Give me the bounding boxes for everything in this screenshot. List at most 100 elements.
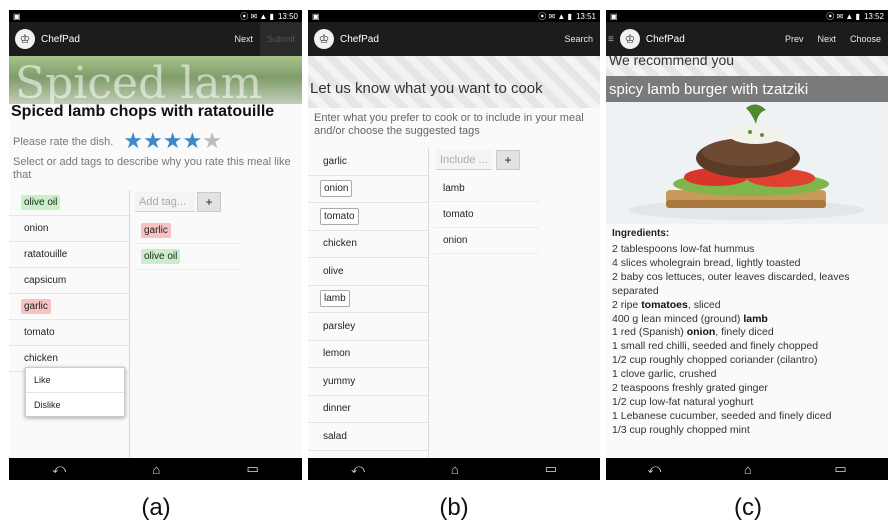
- tag-item[interactable]: capsicum: [9, 268, 129, 294]
- ingredient-line: 2 tablespoons low-fat hummus: [612, 243, 755, 255]
- tag-label: tomato: [320, 207, 359, 225]
- recommend-heading: We recommend you: [609, 52, 735, 68]
- selected-tag[interactable]: olive oil: [135, 244, 240, 270]
- tag-item[interactable]: tomato: [9, 320, 129, 346]
- selected-ingredient[interactable]: onion: [434, 228, 539, 254]
- selected-ingredient[interactable]: lamb: [434, 176, 539, 202]
- page-instructions: Enter what you prefer to cook or to incl…: [314, 112, 584, 137]
- tag-label: capsicum: [24, 275, 67, 286]
- rating-row: Please rate the dish. ★★★★★: [13, 130, 222, 153]
- home-icon[interactable]: ⌂: [744, 462, 752, 477]
- suggested-tag[interactable]: salad: [308, 423, 428, 451]
- menu-item-like[interactable]: Like: [26, 368, 124, 392]
- chef-hat-icon[interactable]: ♔: [619, 29, 640, 49]
- selected-ingredient[interactable]: tomato: [434, 202, 539, 228]
- caption-a: (a): [141, 494, 171, 521]
- ingredient-line: 2 teaspoons freshly grated ginger: [612, 382, 768, 395]
- divider: [129, 190, 130, 458]
- next-button[interactable]: Next: [227, 22, 260, 56]
- suggested-tag[interactable]: lamb: [308, 286, 428, 313]
- tag-label: ratatouille: [24, 249, 68, 260]
- nav-bar: ⤺ ⌂ ▭: [606, 458, 888, 480]
- recipe-title: spicy lamb burger with tzatziki: [609, 80, 809, 98]
- home-icon[interactable]: ⌂: [152, 462, 160, 477]
- include-input[interactable]: Include ...: [436, 150, 492, 170]
- tag-item[interactable]: olive oil: [9, 190, 129, 216]
- ingredient-text: 400 g lean minced (ground): [612, 312, 744, 325]
- recent-apps-icon[interactable]: ▭: [545, 461, 557, 477]
- action-bar: ♔ ChefPad Search: [308, 22, 600, 56]
- status-bar: ▣ ⦿ ✉ ▲ ▮ 13:51: [308, 10, 600, 22]
- search-button[interactable]: Search: [557, 22, 600, 56]
- submit-button[interactable]: Submit: [259, 22, 302, 56]
- tag-label: olive: [323, 265, 344, 277]
- suggested-tag[interactable]: dinner: [308, 396, 428, 423]
- status-icons: ⦿ ✉ ▲ ▮: [826, 11, 860, 21]
- tag-item[interactable]: onion: [9, 216, 129, 242]
- back-icon[interactable]: ⤺: [52, 461, 66, 477]
- star-icon[interactable]: ★: [143, 128, 163, 153]
- action-bar: ♔ ChefPad Next Submit: [9, 22, 302, 56]
- suggested-tag[interactable]: onion: [308, 176, 428, 203]
- status-icons: ⦿ ✉ ▲ ▮: [538, 11, 572, 21]
- home-icon[interactable]: ⌂: [451, 462, 459, 477]
- caption-c: (c): [734, 494, 762, 521]
- add-tag-input[interactable]: Add tag...: [135, 192, 195, 212]
- page-title: Let us know what you want to cook: [310, 80, 543, 97]
- next-button[interactable]: Next: [810, 22, 843, 56]
- ingredient-line: 1/2 cup low-fat natural yoghurt: [612, 395, 754, 408]
- chef-hat-icon[interactable]: ♔: [314, 29, 334, 49]
- ingredients-heading: Ingredients:: [612, 228, 670, 239]
- suggested-tag[interactable]: chicken: [308, 231, 428, 258]
- recent-apps-icon[interactable]: ▭: [834, 461, 846, 477]
- star-rating[interactable]: ★★★★★: [123, 130, 222, 153]
- ingredient-line: 1 red (Spanish) onion, finely diced: [612, 326, 884, 340]
- recent-apps-icon[interactable]: ▭: [247, 461, 259, 477]
- like-dislike-menu: Like Dislike: [25, 367, 125, 417]
- prev-button[interactable]: Prev: [778, 22, 811, 56]
- selected-tags: garlic olive oil: [135, 218, 240, 270]
- back-icon[interactable]: ⤺: [647, 461, 661, 477]
- suggested-tag[interactable]: yummy: [308, 368, 428, 396]
- menu-item-dislike[interactable]: Dislike: [26, 392, 124, 416]
- star-icon[interactable]: ★: [183, 128, 203, 153]
- tag-item[interactable]: ratatouille: [9, 242, 129, 268]
- chef-hat-icon[interactable]: ♔: [15, 29, 35, 49]
- tag-label: tomato: [443, 209, 474, 220]
- suggested-tag[interactable]: lemon: [308, 341, 428, 368]
- include-add-button[interactable]: +: [496, 150, 520, 170]
- star-icon[interactable]: ★: [123, 128, 143, 153]
- ingredients-list: 2 tablespoons low-fat hummus 4 slices who…: [612, 243, 884, 438]
- tag-label: yummy: [323, 375, 356, 387]
- ingredient-line: 1 Lebanese cucumber, seeded and finely d…: [612, 409, 832, 422]
- suggested-tag[interactable]: olive: [308, 258, 428, 286]
- suggested-tag[interactable]: garlic: [308, 148, 428, 176]
- ingredient-line: 2 baby cos lettuces, outer leaves discar…: [612, 270, 850, 297]
- drawer-menu-icon[interactable]: ≡: [608, 34, 614, 45]
- tag-label: salad: [323, 430, 347, 442]
- screen-c: ▣ ⦿ ✉ ▲ ▮ 13:52 ≡ ♔ ChefPad Prev Next Cho…: [606, 10, 888, 480]
- selected-tag[interactable]: garlic: [135, 218, 240, 244]
- selected-ingredients: lamb tomato onion: [434, 176, 539, 254]
- back-icon[interactable]: ⤺: [351, 461, 365, 477]
- tag-label: garlic: [141, 223, 171, 238]
- divider: [428, 148, 429, 458]
- star-icon[interactable]: ★: [163, 128, 183, 153]
- gallery-icon: ▣: [13, 11, 21, 21]
- clock: 13:51: [575, 11, 596, 21]
- choose-button[interactable]: Choose: [843, 22, 888, 56]
- gallery-icon: ▣: [312, 11, 320, 21]
- suggested-tag[interactable]: tomato: [308, 203, 428, 231]
- tag-label: garlic: [21, 299, 51, 314]
- tag-label: olive oil: [21, 195, 61, 210]
- status-bar: ▣ ⦿ ✉ ▲ ▮ 13:50: [9, 10, 302, 22]
- suggested-tag[interactable]: parsley: [308, 313, 428, 341]
- tag-list: olive oil onion ratatouille capsicum garlic t…: [9, 190, 129, 372]
- ingredient-line: 1/3 cup roughly chopped mint: [612, 423, 750, 436]
- ingredient-line: 1 small red chilli, seeded and finely ch…: [612, 340, 819, 353]
- tag-label: dinner: [323, 403, 351, 415]
- tag-item[interactable]: garlic: [9, 294, 129, 320]
- status-icons: ⦿ ✉ ▲ ▮: [240, 11, 274, 21]
- star-icon[interactable]: ★: [202, 128, 222, 153]
- add-tag-button[interactable]: +: [197, 192, 221, 212]
